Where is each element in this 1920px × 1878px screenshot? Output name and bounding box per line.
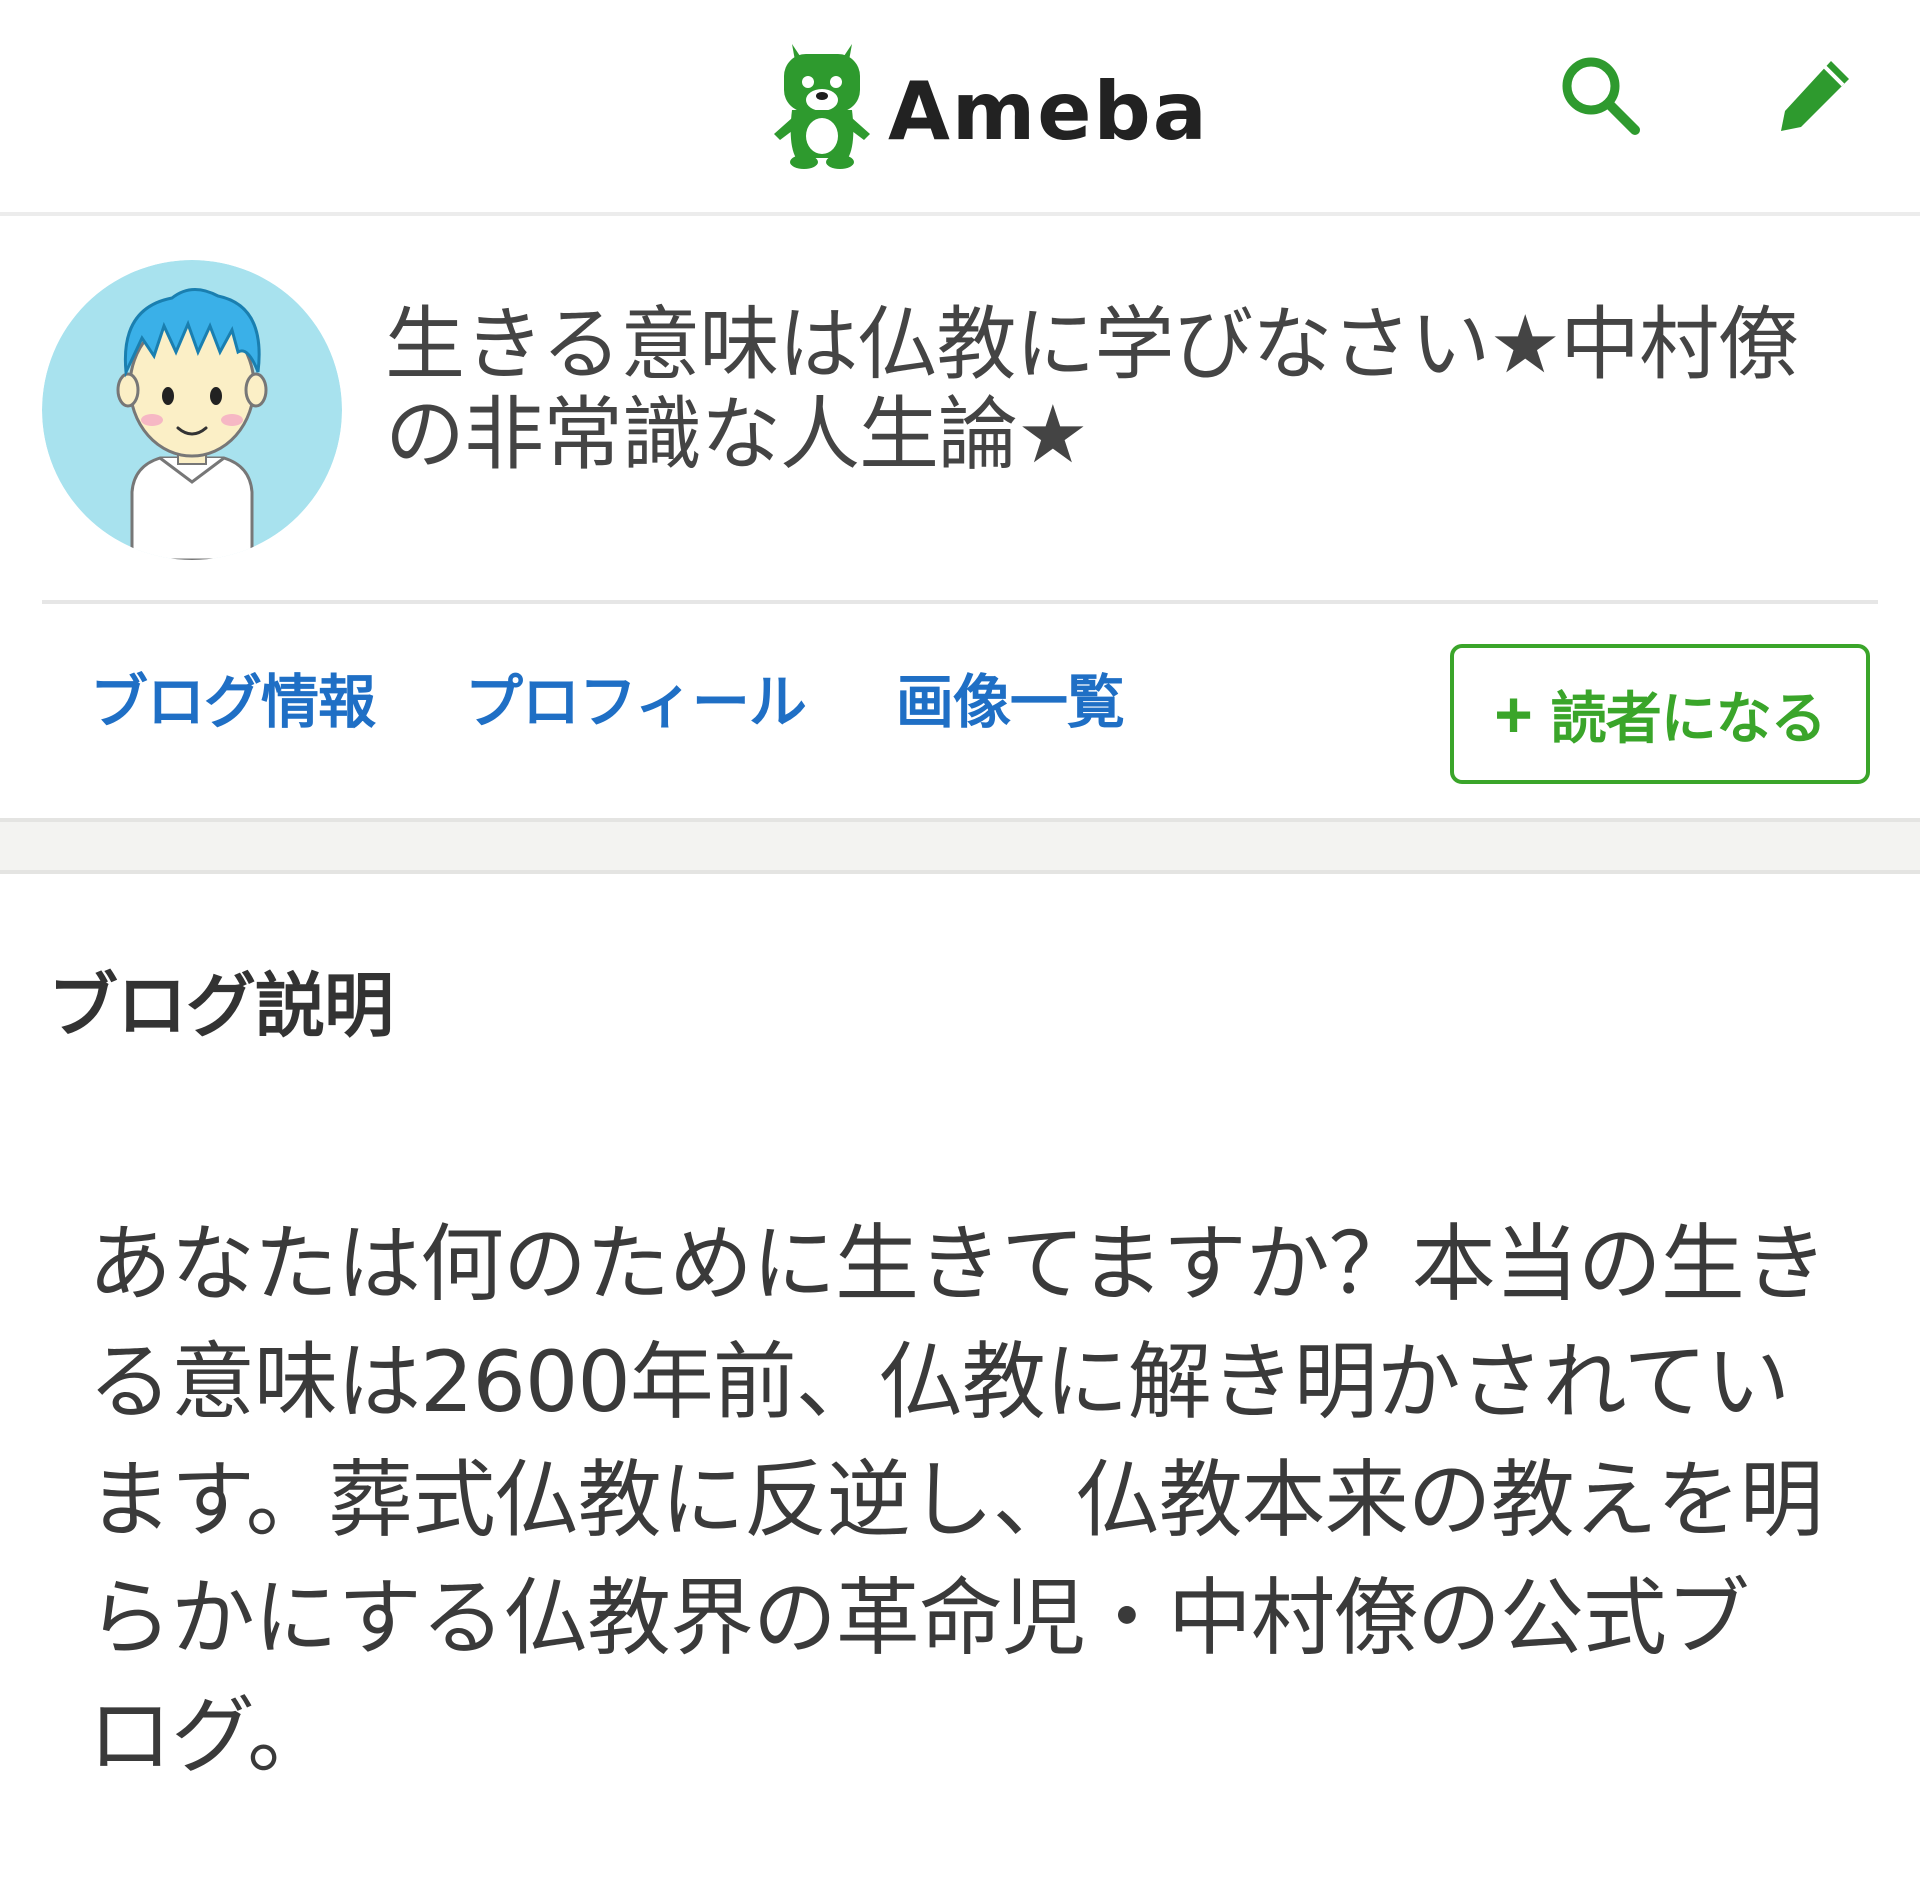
- blog-avatar[interactable]: [42, 260, 342, 560]
- ameba-logo-text: Ameba: [888, 65, 1209, 158]
- blog-description-heading: ブログ説明: [48, 965, 394, 1047]
- page: Ameba 生きる意味は仏教に学びなさい★中村僚の非常識な人生論★ ブログ情報 …: [0, 0, 1920, 1878]
- ameba-logo[interactable]: Ameba: [770, 40, 1209, 170]
- plus-icon: +: [1494, 677, 1533, 751]
- app-header: Ameba: [0, 0, 1920, 212]
- nav-blog-info[interactable]: ブログ情報: [90, 662, 376, 742]
- blog-description-text: あなたは何のために生きてますか？本当の生きる意味は2600年前、仏教に解き明かさ…: [88, 1215, 1828, 1785]
- ameba-mascot-icon: [774, 44, 870, 169]
- follow-button-label: 読者になる: [1550, 686, 1827, 750]
- avatar-illustration-icon: [42, 260, 342, 560]
- blog-title[interactable]: 生きる意味は仏教に学びなさい★中村僚の非常識な人生論★: [385, 300, 1855, 480]
- pencil-icon: [1781, 61, 1849, 131]
- search-icon: [1562, 57, 1640, 135]
- header-divider: [0, 212, 1920, 216]
- nav-profile[interactable]: プロフィール: [465, 662, 807, 742]
- follow-button[interactable]: + 読者になる: [1450, 644, 1870, 784]
- card-divider: [42, 600, 1878, 604]
- write-post-button[interactable]: [1760, 40, 1870, 150]
- search-button[interactable]: [1545, 40, 1655, 150]
- nav-image-list[interactable]: 画像一覧: [896, 662, 1125, 742]
- blog-nav: ブログ情報 プロフィール 画像一覧: [90, 662, 1125, 742]
- section-separator: [0, 818, 1920, 874]
